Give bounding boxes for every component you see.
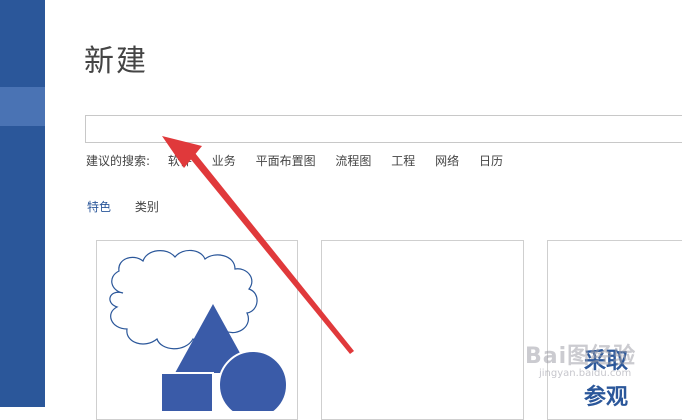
basic-shapes-thumbnail — [109, 249, 288, 420]
backstage-sidebar — [0, 0, 45, 407]
page-title: 新建 — [84, 44, 148, 79]
suggestion-business[interactable]: 业务 — [212, 152, 236, 169]
suggestion-network[interactable]: 网络 — [435, 152, 459, 169]
suggestion-software[interactable]: 软件 — [168, 152, 192, 169]
template-card-2[interactable] — [321, 240, 524, 420]
circle-shape — [218, 350, 288, 420]
suggestion-floor-plan[interactable]: 平面布置图 — [256, 152, 316, 169]
suggestion-calendar[interactable]: 日历 — [479, 152, 503, 169]
template-card-3-line-2: 参观 — [584, 385, 629, 410]
template-card-3-text: 采取 参观 — [584, 344, 644, 416]
suggestion-flowchart[interactable]: 流程图 — [335, 152, 371, 169]
template-card-basic-diagram[interactable] — [96, 240, 298, 420]
template-card-3[interactable]: 采取 参观 — [547, 240, 682, 420]
template-card-3-line-1: 采取 — [584, 349, 629, 374]
square-shape — [160, 372, 214, 420]
suggestion-engineering[interactable]: 工程 — [391, 152, 415, 169]
sidebar-item-new[interactable] — [0, 87, 45, 126]
cloud-shape — [109, 249, 258, 350]
suggested-searches-label: 建议的搜索: — [86, 154, 151, 168]
suggested-searches: 建议的搜索: 软件 业务 平面布置图 流程图 工程 网络 日历 — [86, 152, 519, 170]
template-search-input[interactable] — [85, 115, 682, 143]
filter-tabs: 特色 类别 — [87, 198, 159, 215]
tab-featured[interactable]: 特色 — [87, 200, 111, 214]
tab-categories[interactable]: 类别 — [135, 200, 159, 214]
